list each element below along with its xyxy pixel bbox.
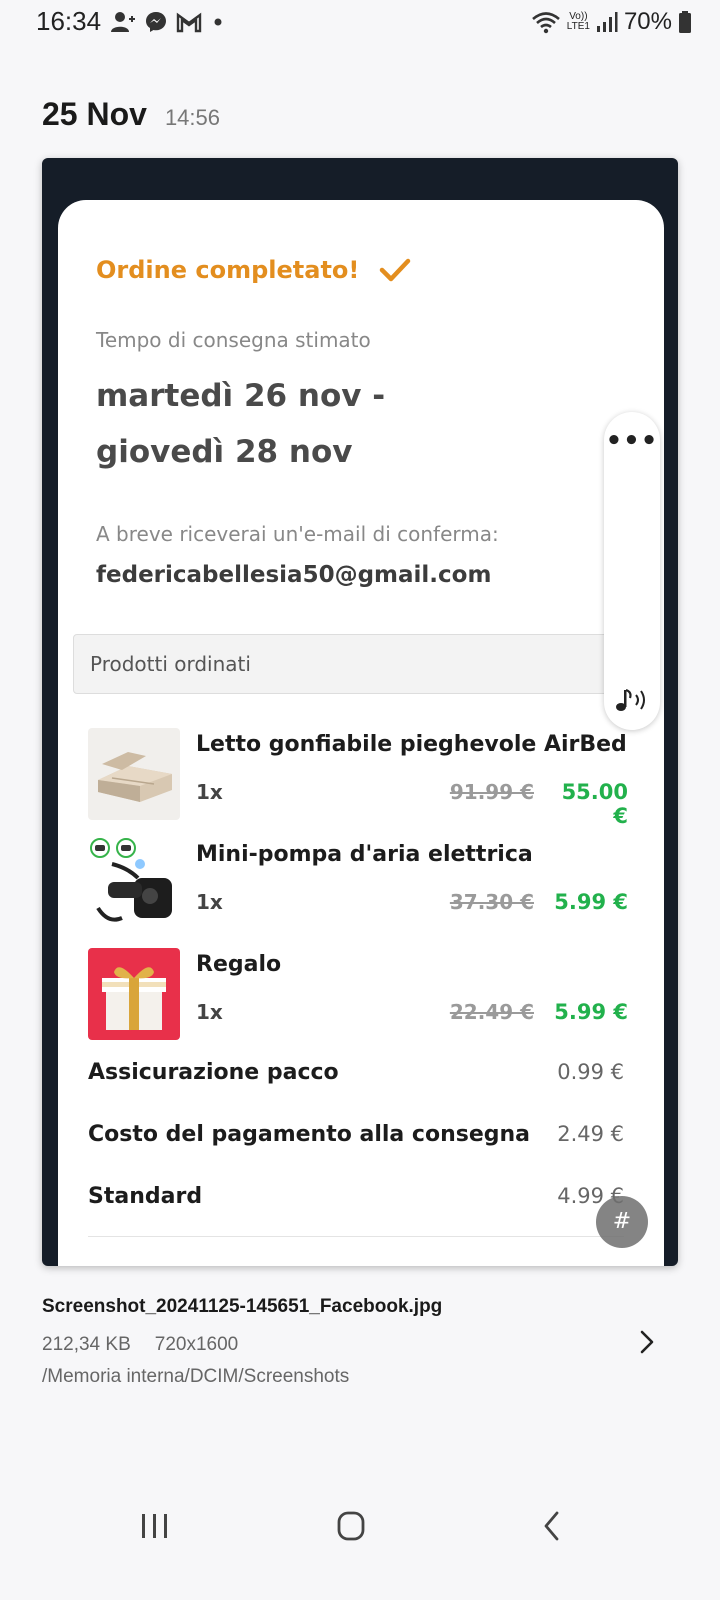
- fee-label: Standard: [88, 1184, 203, 1209]
- recents-icon[interactable]: [140, 1508, 170, 1544]
- status-right: Vo)) LTE1 70%: [531, 6, 692, 38]
- item-name: Mini-pompa d'aria elettrica: [196, 842, 533, 867]
- chevron-right-icon[interactable]: [632, 1324, 662, 1360]
- more-options-icon[interactable]: •••: [604, 426, 660, 456]
- lte-indicator: Vo)) LTE1: [567, 12, 590, 32]
- dot-icon: [214, 18, 222, 26]
- list-item: Letto gonfiabile pieghevole AirBed 1x 91…: [88, 728, 628, 828]
- fee-value: 2.49 €: [557, 1122, 624, 1146]
- status-time: 16:34: [36, 6, 102, 36]
- fee-value: 0.99 €: [557, 1060, 624, 1084]
- back-icon[interactable]: [540, 1506, 564, 1546]
- date-label: 25 Nov: [42, 96, 147, 132]
- air-pump-image: [88, 838, 180, 930]
- item-old-price: 91.99 €: [449, 780, 534, 804]
- screenshot-preview[interactable]: Ordine completato! Tempo di consegna sti…: [42, 158, 678, 1266]
- floating-panel: •••: [604, 412, 660, 730]
- delivery-line-1: martedì 26 nov -: [96, 378, 386, 414]
- date-header: 25 Nov 14:56: [42, 96, 220, 133]
- fee-label: Assicurazione pacco: [88, 1060, 339, 1085]
- home-icon[interactable]: [336, 1506, 366, 1546]
- audio-icon[interactable]: [614, 686, 650, 714]
- airbed-image: [88, 728, 180, 820]
- item-name: Regalo: [196, 952, 282, 977]
- order-title-text: Ordine completato!: [96, 256, 360, 284]
- signal-icon: [596, 12, 618, 32]
- list-item: Regalo 1x 22.49 € 5.99 €: [88, 948, 628, 1042]
- status-bar: 16:34 Vo)) LTE1 70%: [0, 0, 720, 44]
- item-new-price: 55.00 €: [561, 780, 628, 828]
- fee-row-insurance: Assicurazione pacco 0.99 €: [88, 1060, 624, 1090]
- battery-percent: 70%: [623, 8, 672, 35]
- fee-row-shipping: Standard 4.99 €: [88, 1184, 624, 1214]
- lte-label: LTE1: [566, 21, 590, 32]
- item-qty: 1x: [196, 1000, 223, 1024]
- file-name: Screenshot_20241125-145651_Facebook.jpg: [42, 1296, 443, 1317]
- email-label: A breve riceverai un'e-mail di conferma:: [96, 522, 499, 546]
- file-resolution: 720x1600: [154, 1334, 239, 1355]
- item-qty: 1x: [196, 780, 223, 804]
- file-meta: 212,34 KB 720x1600: [42, 1334, 238, 1356]
- item-old-price: 37.30 €: [449, 890, 534, 914]
- order-card: Ordine completato! Tempo di consegna sti…: [58, 200, 664, 1266]
- list-item: Mini-pompa d'aria elettrica 1x 37.30 € 5…: [88, 838, 628, 932]
- delivery-label: Tempo di consegna stimato: [96, 328, 371, 352]
- file-size: 212,34 KB: [42, 1334, 131, 1355]
- person-add-icon: [111, 12, 135, 32]
- item-old-price: 22.49 €: [449, 1000, 534, 1024]
- wifi-icon: [531, 12, 560, 34]
- gmail-icon: [176, 12, 202, 33]
- item-name: Letto gonfiabile pieghevole AirBed: [196, 732, 627, 757]
- email-value: federicabellesia50@gmail.com: [96, 562, 492, 588]
- fee-row-cod: Costo del pagamento alla consegna 2.49 €: [88, 1122, 624, 1152]
- delivery-line-2: giovedì 28 nov: [96, 434, 353, 470]
- delivery-dates: martedì 26 nov - giovedì 28 nov: [96, 368, 385, 480]
- hash-button[interactable]: #: [596, 1196, 648, 1248]
- time-label: 14:56: [164, 105, 220, 130]
- divider: [88, 1236, 624, 1237]
- item-new-price: 5.99 €: [554, 890, 628, 914]
- item-new-price: 5.99 €: [554, 1000, 628, 1024]
- fee-label: Costo del pagamento alla consegna: [88, 1122, 531, 1147]
- gift-image: [88, 948, 180, 1040]
- products-header: Prodotti ordinati: [73, 634, 613, 694]
- notification-icons: [110, 6, 226, 38]
- item-qty: 1x: [196, 890, 223, 914]
- checkmark-icon: [380, 258, 411, 282]
- messenger-icon: [146, 12, 166, 32]
- order-completed-title: Ordine completato!: [96, 256, 411, 284]
- file-path: /Memoria interna/DCIM/Screenshots: [42, 1366, 350, 1387]
- navigation-bar: [0, 1490, 720, 1570]
- battery-icon: [679, 11, 691, 33]
